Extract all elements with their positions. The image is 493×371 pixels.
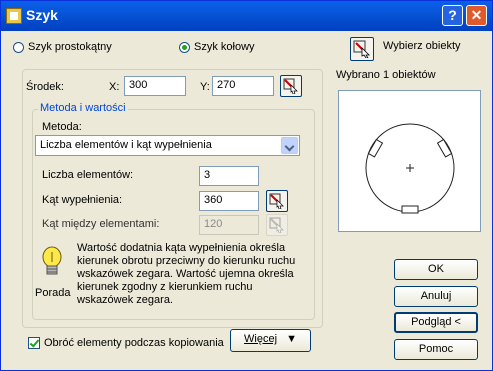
double-chevron-down-icon: ▼ [286, 333, 297, 345]
between-angle-label: Kąt między elementami: [42, 218, 160, 230]
method-select-value: Liczba elementów i kąt wypełnienia [40, 139, 212, 151]
help-button[interactable]: Pomoc [394, 339, 478, 360]
preview-button[interactable]: Podgląd < [394, 312, 478, 333]
items-count-label: Liczba elementów: [42, 169, 134, 181]
lightbulb-icon [42, 246, 62, 275]
select-objects-button[interactable] [350, 37, 374, 61]
array-preview [338, 90, 481, 232]
polar-array-radio[interactable] [179, 42, 190, 53]
pick-angle-disabled-icon [269, 217, 284, 233]
window-title: Szyk [26, 7, 58, 23]
rotate-items-label[interactable]: Obróć elementy podczas kopiowania [44, 337, 224, 349]
center-x-label: X: [109, 81, 120, 93]
app-icon [6, 8, 22, 24]
chevron-down-icon[interactable] [281, 137, 298, 154]
items-count-input[interactable]: 3 [199, 166, 259, 186]
method-select[interactable]: Liczba elementów i kąt wypełnienia [35, 135, 300, 156]
center-x-input[interactable]: 300 [124, 76, 186, 96]
selection-status: Wybrano 1 obiektów [336, 69, 436, 81]
tip-text: Wartość dodatnia kąta wypełnienia określ… [77, 242, 296, 306]
pick-fill-angle-button[interactable] [266, 190, 288, 212]
pick-between-angle-button [266, 214, 288, 236]
fill-angle-label: Kąt wypełnienia: [42, 194, 123, 206]
center-y-input[interactable]: 270 [212, 76, 274, 96]
method-group-title: Metoda i wartości [38, 102, 128, 114]
ok-button[interactable]: OK [394, 259, 478, 280]
method-label: Metoda: [42, 121, 82, 133]
rotate-items-checkbox[interactable] [28, 337, 40, 349]
close-button[interactable]: ✕ [466, 5, 487, 26]
help-title-button[interactable]: ? [442, 5, 463, 26]
fill-angle-input[interactable]: 360 [199, 191, 259, 211]
title-bar[interactable]: Szyk ? ✕ [1, 1, 492, 31]
preview-diagram [365, 123, 455, 214]
rectangular-array-radio[interactable] [13, 42, 24, 53]
pick-point-icon [283, 78, 298, 94]
array-dialog: Szyk ? ✕ Szyk prostokątny Szyk kołowy Wy… [0, 0, 493, 371]
pick-center-button[interactable] [280, 75, 302, 97]
cancel-button[interactable]: Anuluj [394, 286, 478, 307]
tip-caption: Porada [35, 287, 71, 299]
center-label: Środek: [26, 81, 64, 93]
rectangular-array-label[interactable]: Szyk prostokątny [28, 41, 112, 53]
select-objects-label: Wybierz obiekty [383, 40, 461, 52]
polar-array-label[interactable]: Szyk kołowy [194, 41, 255, 53]
between-angle-input: 120 [199, 215, 259, 235]
center-y-label: Y: [200, 81, 210, 93]
more-button[interactable]: Więcej ▼ [230, 329, 311, 352]
select-objects-icon [353, 40, 370, 58]
pick-angle-icon [269, 193, 284, 209]
more-button-label: Więcej [244, 333, 278, 345]
